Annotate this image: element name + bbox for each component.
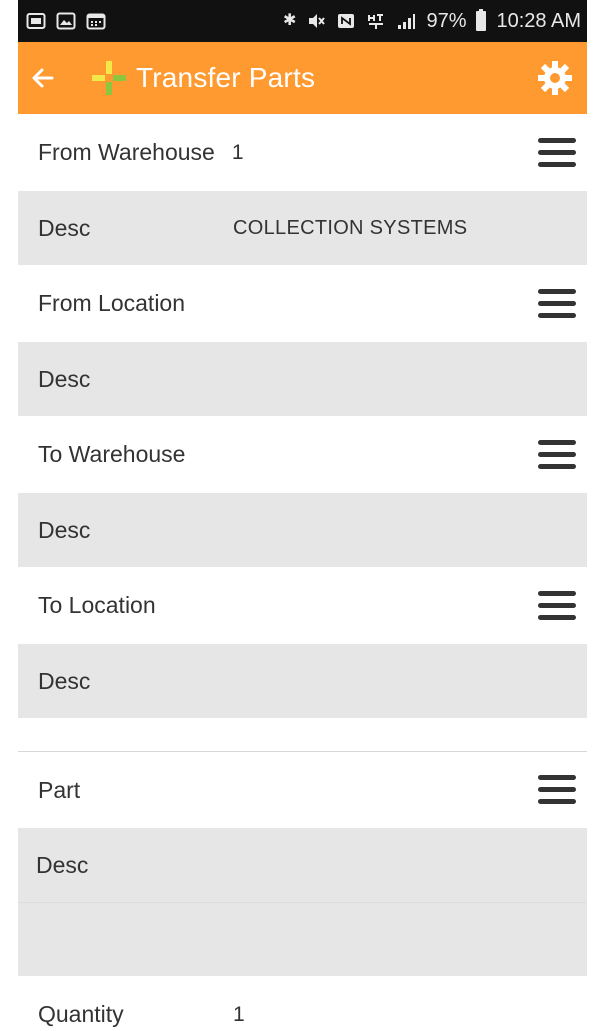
calendar-icon — [86, 11, 106, 31]
from-warehouse-menu-button[interactable] — [538, 136, 576, 170]
from-warehouse-row[interactable]: From Warehouse 1 — [18, 114, 587, 191]
part-desc-label: Desc — [36, 851, 89, 878]
to-location-menu-button[interactable] — [538, 589, 576, 623]
page-title: Transfer Parts — [136, 62, 316, 93]
mute-icon — [306, 11, 326, 31]
back-arrow-icon — [32, 68, 54, 88]
to-warehouse-menu-button[interactable] — [538, 438, 576, 472]
status-left-icons — [26, 11, 106, 31]
lte-icon — [366, 11, 386, 31]
battery-percent: 97% — [426, 9, 467, 32]
from-location-desc-row: Desc — [18, 342, 587, 416]
section-spacer — [18, 718, 587, 751]
bluetooth-icon: ✱ — [283, 12, 297, 29]
app-content: ✱ 97% 10:28 AM Transfer Parts From Wareh… — [18, 0, 587, 1031]
quantity-value[interactable]: 1 — [233, 1003, 245, 1027]
from-warehouse-value: 1 — [231, 140, 244, 164]
to-location-desc-label: Desc — [38, 667, 91, 694]
battery-icon — [476, 9, 487, 31]
nfc-icon — [336, 11, 356, 31]
screen: ✱ 97% 10:28 AM Transfer Parts From Wareh… — [0, 0, 602, 1031]
quantity-row[interactable]: Quantity 1 — [18, 976, 587, 1031]
part-menu-button[interactable] — [538, 773, 576, 807]
to-warehouse-desc-row: Desc — [18, 493, 587, 567]
back-button[interactable] — [18, 42, 68, 114]
from-warehouse-label: From Warehouse — [38, 139, 215, 165]
to-warehouse-row[interactable]: To Warehouse — [18, 416, 587, 493]
from-location-label: From Location — [38, 290, 186, 316]
to-warehouse-desc-label: Desc — [38, 516, 91, 543]
part-desc-extra-row — [18, 902, 587, 976]
from-warehouse-desc-value: COLLECTION SYSTEMS — [233, 216, 468, 239]
from-warehouse-desc-row: Desc COLLECTION SYSTEMS — [18, 191, 587, 265]
gear-icon — [538, 61, 572, 95]
to-location-desc-row: Desc — [18, 644, 587, 718]
image-icon — [56, 11, 76, 31]
status-right-icons: ✱ 97% 10:28 AM — [283, 9, 581, 33]
app-logo-icon — [92, 61, 126, 95]
part-label: Part — [38, 776, 81, 803]
signal-icon — [396, 11, 416, 31]
from-location-row[interactable]: From Location — [18, 265, 587, 342]
quantity-label: Quantity — [38, 1001, 124, 1027]
app-bar: Transfer Parts — [18, 42, 587, 114]
to-warehouse-label: To Warehouse — [38, 441, 186, 467]
from-location-menu-button[interactable] — [538, 287, 576, 321]
status-bar: ✱ 97% 10:28 AM — [18, 0, 587, 42]
from-warehouse-desc-label: Desc — [38, 214, 91, 241]
mail-icon — [26, 11, 46, 31]
part-desc-row: Desc — [18, 828, 587, 902]
to-location-label: To Location — [38, 592, 156, 618]
from-location-desc-label: Desc — [38, 365, 91, 392]
status-time: 10:28 AM — [496, 9, 581, 32]
part-row[interactable]: Part — [18, 752, 587, 828]
settings-button[interactable] — [533, 56, 577, 100]
to-location-row[interactable]: To Location — [18, 567, 587, 644]
